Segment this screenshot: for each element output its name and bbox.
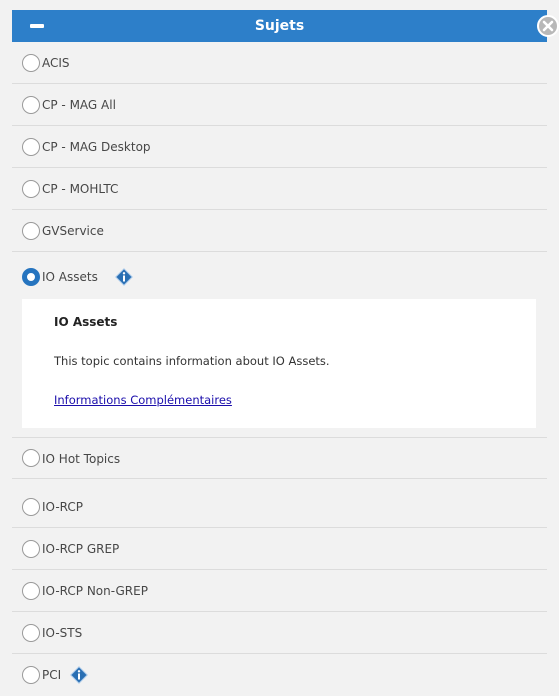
topic-label: IO-RCP: [42, 500, 84, 514]
radio-button[interactable]: [22, 539, 40, 558]
topic-item-pci[interactable]: PCI: [12, 654, 547, 696]
topic-item-cp-mag-desktop[interactable]: CP - MAG Desktop: [12, 126, 547, 168]
topic-label: IO Hot Topics: [42, 452, 121, 466]
topic-item-io-sts[interactable]: IO-STS: [12, 612, 547, 654]
radio-button[interactable]: [22, 497, 40, 516]
topic-label: CP - MAG Desktop: [42, 140, 151, 154]
topic-item-gvservice[interactable]: GVService: [12, 210, 547, 252]
radio-button[interactable]: [22, 581, 40, 600]
topic-item-io-hot-topics[interactable]: IO Hot Topics: [12, 437, 547, 479]
radio-button[interactable]: [22, 221, 40, 240]
topic-item-io-assets[interactable]: IO Assets: [12, 252, 547, 300]
topic-label: ACIS: [42, 56, 70, 70]
topic-item-io-rcp-grep[interactable]: IO-RCP GREP: [12, 528, 547, 570]
detail-title: IO Assets: [54, 315, 118, 329]
panel-title: Sujets: [254, 18, 305, 34]
topic-label: IO Assets: [42, 270, 98, 284]
topic-label: IO-STS: [42, 626, 83, 640]
detail-description: This topic contains information about IO…: [54, 354, 330, 368]
radio-button[interactable]: [22, 666, 40, 684]
radio-button[interactable]: [22, 623, 40, 642]
topic-item-io-rcp[interactable]: IO-RCP: [12, 486, 547, 528]
close-button[interactable]: [537, 15, 559, 37]
topic-item-io-rcp-non-grep[interactable]: IO-RCP Non-GREP: [12, 570, 547, 612]
topic-item-cp-mag-all[interactable]: CP - MAG All: [12, 84, 547, 126]
topic-label: IO-RCP GREP: [42, 542, 120, 556]
radio-button[interactable]: [22, 179, 40, 198]
info-diamond-icon[interactable]: [115, 268, 133, 286]
topic-label: GVService: [42, 224, 104, 238]
topic-detail-card: IO Assets This topic contains informatio…: [22, 299, 536, 428]
radio-button[interactable]: [22, 95, 40, 114]
topic-label: PCI: [42, 668, 62, 682]
radio-button[interactable]: [22, 53, 40, 72]
topic-item-cp-mohltc[interactable]: CP - MOHLTC: [12, 168, 547, 210]
panel-header: Sujets: [12, 10, 547, 42]
radio-button[interactable]: [22, 137, 40, 156]
radio-button[interactable]: [22, 449, 40, 467]
topic-item-acis[interactable]: ACIS: [12, 42, 547, 84]
topic-label: CP - MAG All: [42, 98, 116, 112]
info-diamond-icon[interactable]: [70, 666, 88, 684]
topic-label: CP - MOHLTC: [42, 182, 119, 196]
close-icon: [542, 20, 554, 32]
topics-panel: Sujets ACIS CP - MAG All CP - MAG Deskto…: [0, 0, 559, 689]
topic-label: IO-RCP Non-GREP: [42, 584, 148, 598]
radio-button-selected[interactable]: [22, 268, 40, 286]
more-info-link[interactable]: Informations Complémentaires: [54, 393, 232, 407]
